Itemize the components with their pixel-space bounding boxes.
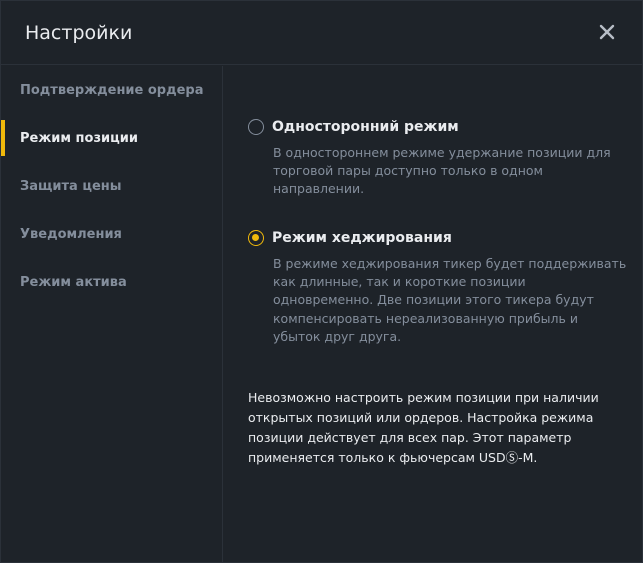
one-way-mode-radio[interactable] xyxy=(248,119,264,135)
close-icon[interactable] xyxy=(596,21,618,43)
hedge-mode-label: Режим хеджирования xyxy=(272,230,452,246)
sidebar-item-label: Подтверждение ордера xyxy=(20,82,204,98)
settings-sidebar: Подтверждение ордера Режим позиции Защит… xyxy=(1,66,223,562)
sidebar-item-label: Защита цены xyxy=(20,178,122,194)
position-mode-panel: Односторонний режим В одностороннем режи… xyxy=(224,66,642,562)
sidebar-item-position-mode[interactable]: Режим позиции xyxy=(1,114,222,162)
one-way-mode-radio-row[interactable]: Односторонний режим xyxy=(248,116,628,138)
sidebar-item-label: Режим позиции xyxy=(20,130,138,146)
sidebar-item-label: Уведомления xyxy=(20,226,122,242)
settings-dialog: Настройки Подтверждение ордера Режим поз… xyxy=(0,0,643,563)
sidebar-item-price-protection[interactable]: Защита цены xyxy=(1,162,222,210)
position-mode-note: Невозможно настроить режим позиции при н… xyxy=(248,390,599,465)
dialog-header: Настройки xyxy=(1,1,642,65)
hedge-mode-description: В режиме хеджирования тикер будет поддер… xyxy=(273,256,627,344)
hedge-mode-radio[interactable] xyxy=(248,230,264,246)
hedge-mode-radio-row[interactable]: Режим хеджирования xyxy=(248,227,628,249)
dialog-title: Настройки xyxy=(25,22,133,44)
one-way-mode-description: В одностороннем режиме удержание позиции… xyxy=(273,145,611,197)
sidebar-item-asset-mode[interactable]: Режим актива xyxy=(1,258,222,306)
sidebar-item-label: Режим актива xyxy=(20,274,127,290)
one-way-mode-option: Односторонний режим В одностороннем режи… xyxy=(248,116,628,199)
sidebar-item-order-confirmation[interactable]: Подтверждение ордера xyxy=(1,66,222,114)
sidebar-item-notifications[interactable]: Уведомления xyxy=(1,210,222,258)
one-way-mode-label: Односторонний режим xyxy=(272,119,459,135)
hedge-mode-option: Режим хеджирования В режиме хеджирования… xyxy=(248,227,628,346)
